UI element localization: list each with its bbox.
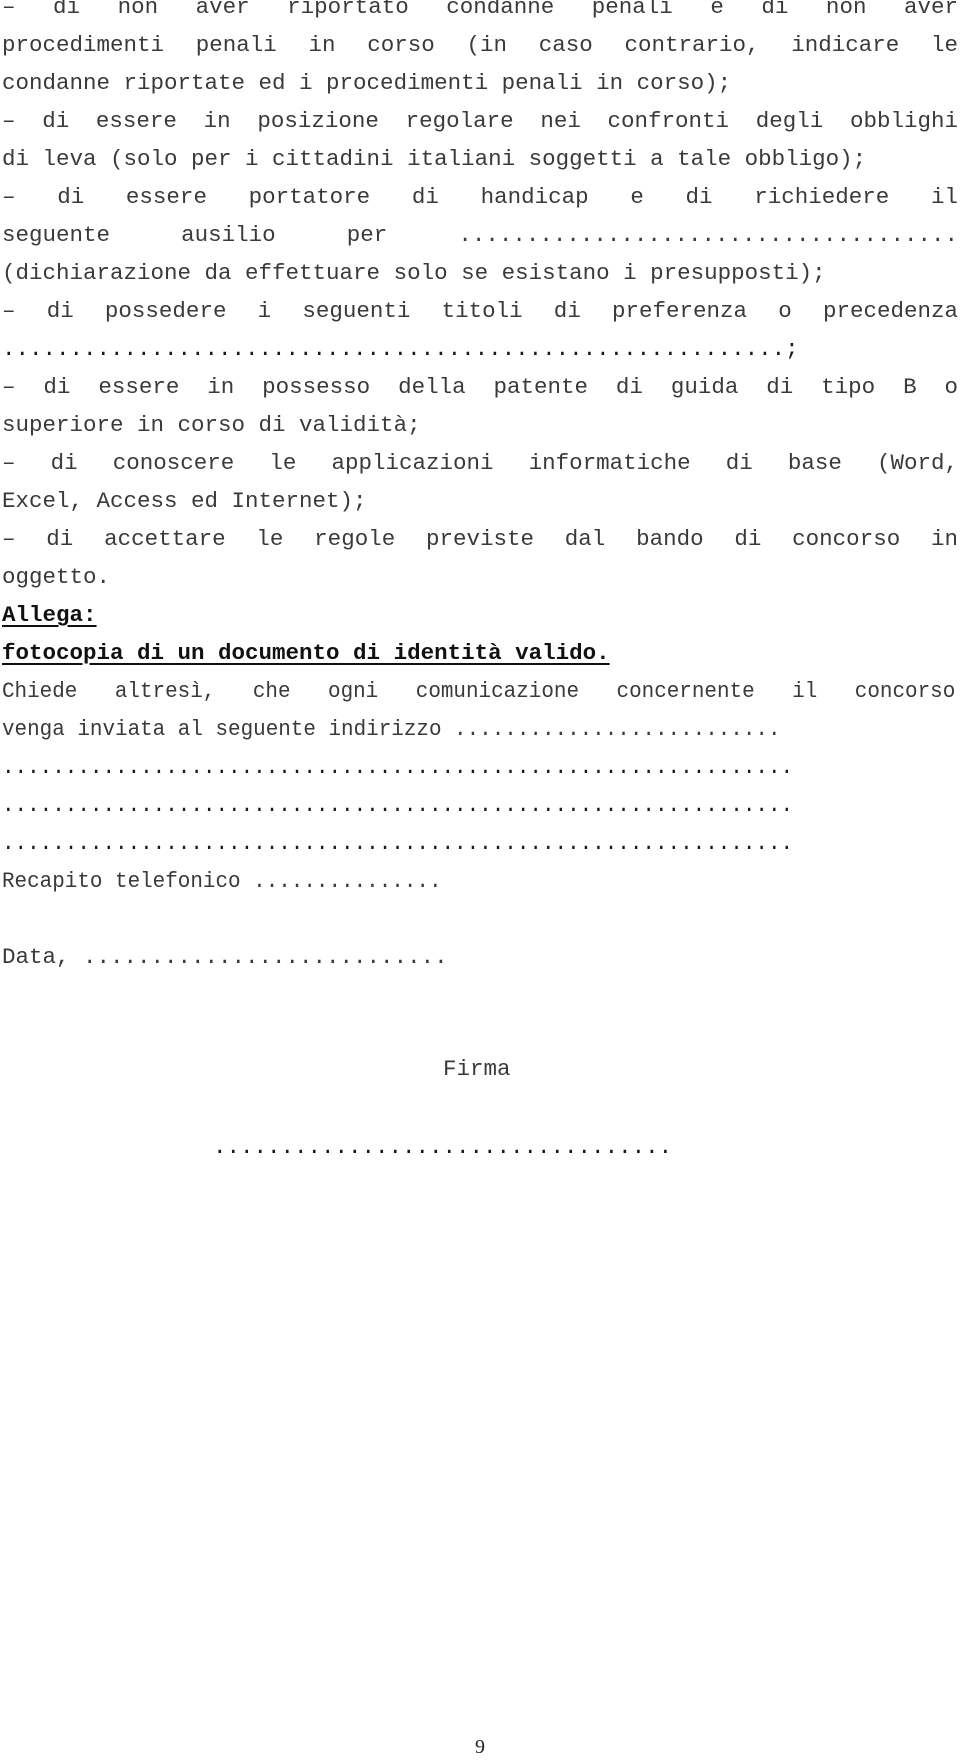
address-request-line-1: Chiede altresì, che ogni comunicazione c… bbox=[2, 678, 956, 704]
document-page: – di non aver riportato condanne penali … bbox=[0, 0, 960, 1760]
declaration-preference-titles-field: ........................................… bbox=[2, 336, 799, 362]
page-number: 9 bbox=[475, 1736, 485, 1758]
declaration-military-service-line-1: – di essere in posizione regolare nei co… bbox=[2, 108, 958, 134]
declaration-handicap-aid-field: seguente ausilio per ...................… bbox=[2, 222, 958, 248]
declaration-military-service-line-2: di leva (solo per i cittadini italiani s… bbox=[2, 146, 867, 172]
address-field-line-2: ........................................… bbox=[2, 754, 794, 780]
address-field-line-4: ........................................… bbox=[2, 830, 794, 856]
declaration-computer-skills-line-1: – di conoscere le applicazioni informati… bbox=[2, 450, 958, 476]
signature-label: Firma bbox=[443, 1056, 511, 1082]
declaration-criminal-record-line-3: condanne riportate ed i procedimenti pen… bbox=[2, 70, 732, 96]
signature-line: .................................. bbox=[213, 1134, 673, 1160]
declaration-criminal-record-line-2: procedimenti penali in corso (in caso co… bbox=[2, 32, 958, 58]
declaration-accept-rules-line-2: oggetto. bbox=[2, 564, 111, 590]
declaration-criminal-record-line-1: – di non aver riportato condanne penali … bbox=[2, 0, 958, 20]
date-field: Data, ........................... bbox=[2, 944, 448, 970]
declaration-accept-rules-line-1: – di accettare le regole previste dal ba… bbox=[2, 526, 958, 552]
attachments-heading: Allega: bbox=[2, 602, 97, 628]
address-field-line-1: venga inviata al seguente indirizzo ....… bbox=[2, 716, 781, 742]
declaration-computer-skills-line-2: Excel, Access ed Internet); bbox=[2, 488, 367, 514]
declaration-driving-license-line-2: superiore in corso di validità; bbox=[2, 412, 421, 438]
address-field-line-3: ........................................… bbox=[2, 792, 794, 818]
declaration-handicap-line-1: – di essere portatore di handicap e di r… bbox=[2, 184, 958, 210]
declaration-preference-titles-line-1: – di possedere i seguenti titoli di pref… bbox=[2, 298, 958, 324]
declaration-driving-license-line-1: – di essere in possesso della patente di… bbox=[2, 374, 958, 400]
attachment-item-id-copy: fotocopia di un documento di identità va… bbox=[2, 640, 610, 666]
declaration-handicap-line-3: (dichiarazione da effettuare solo se esi… bbox=[2, 260, 826, 286]
phone-field: Recapito telefonico ............... bbox=[2, 868, 442, 894]
